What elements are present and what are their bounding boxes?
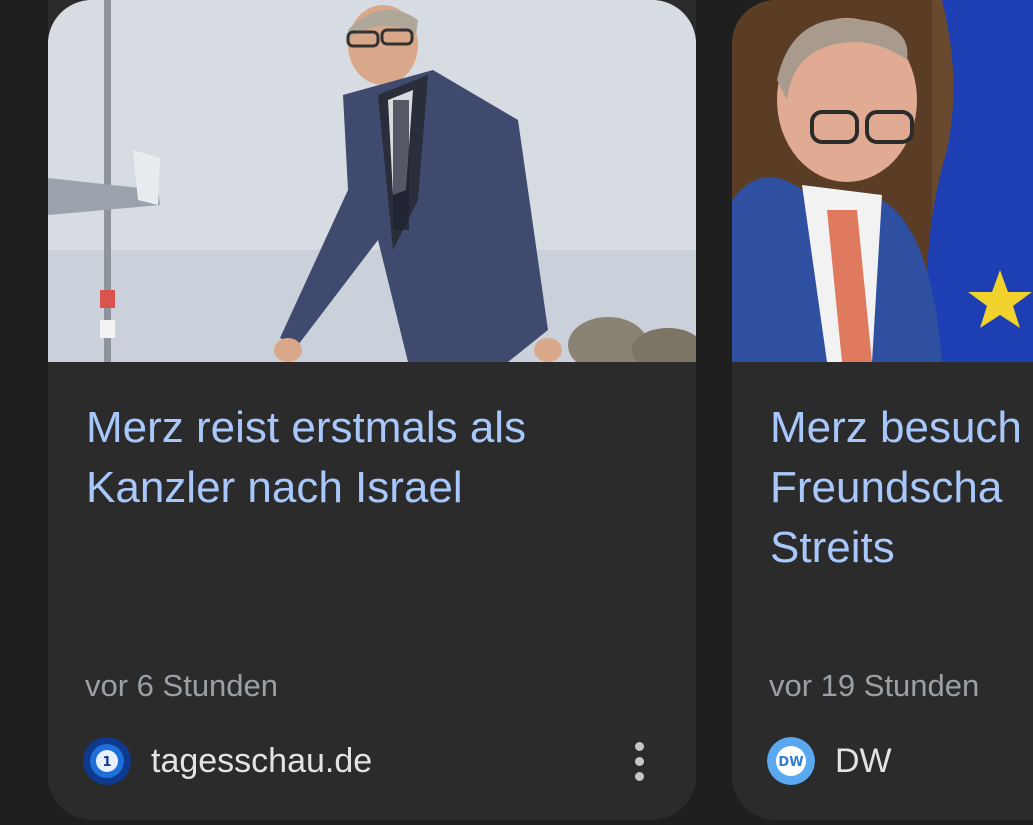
- news-source: 1 tagesschau.de: [83, 733, 372, 789]
- news-card[interactable]: Merz besuch Freundscha Streits vor 19 St…: [732, 0, 1033, 820]
- more-options-button[interactable]: [622, 736, 656, 786]
- news-timestamp: vor 19 Stunden: [769, 668, 980, 703]
- dot-icon: [634, 771, 644, 781]
- photo-merz-eu-flag: [732, 0, 1033, 362]
- source-name: DW: [835, 741, 892, 780]
- news-thumbnail[interactable]: [48, 0, 696, 362]
- dot-icon: [634, 756, 644, 766]
- dot-icon: [634, 741, 644, 751]
- news-thumbnail[interactable]: [732, 0, 1033, 362]
- news-card[interactable]: Merz reist erstmals als Kanzler nach Isr…: [48, 0, 696, 820]
- news-source: DW DW: [767, 733, 892, 789]
- tagesschau-logo-icon: 1: [83, 737, 131, 785]
- news-carousel: Merz reist erstmals als Kanzler nach Isr…: [0, 0, 1033, 825]
- news-timestamp: vor 6 Stunden: [85, 668, 279, 703]
- news-headline[interactable]: Merz besuch Freundscha Streits: [770, 398, 1033, 578]
- photo-merz-walking-airfield: [48, 0, 696, 362]
- svg-text:1: 1: [102, 755, 111, 770]
- dw-logo-icon: DW: [767, 737, 815, 785]
- news-headline[interactable]: Merz reist erstmals als Kanzler nach Isr…: [86, 398, 666, 518]
- svg-text:DW: DW: [778, 755, 803, 770]
- source-name: tagesschau.de: [151, 741, 373, 780]
